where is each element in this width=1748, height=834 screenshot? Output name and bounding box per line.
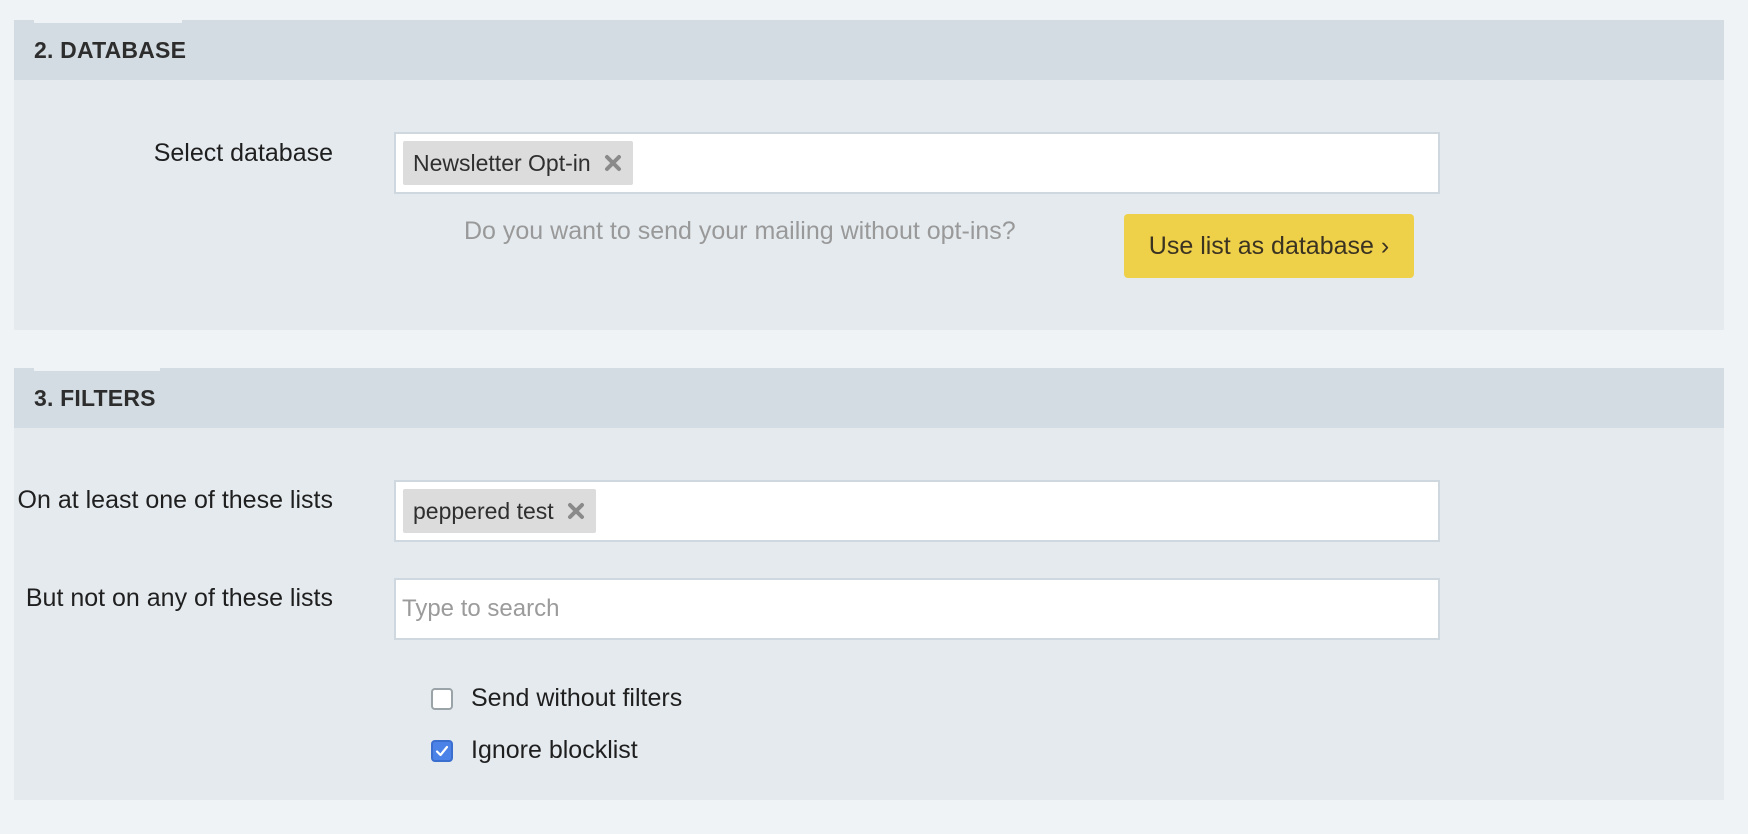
database-tag-label: Newsletter Opt-in [413,149,591,176]
header-tab-accent [34,368,160,371]
use-list-as-database-button[interactable]: Use list as database › [1124,214,1414,278]
close-x-icon[interactable] [566,501,586,521]
filters-section: 3. FILTERS On at least one of these list… [14,368,1724,800]
database-section: 2. DATABASE Select database Newsletter O… [14,20,1724,330]
exclude-lists-search-input[interactable] [394,578,1440,640]
filters-section-header: 3. FILTERS [14,368,1724,428]
ignore-blocklist-label: Ignore blocklist [471,736,638,764]
checkmark-icon [435,745,449,756]
database-tag-chip: Newsletter Opt-in [403,141,633,185]
close-x-icon[interactable] [603,153,623,173]
exclude-lists-label: But not on any of these lists [25,584,333,612]
include-lists-input[interactable]: peppered test [394,480,1440,542]
database-tag-input[interactable]: Newsletter Opt-in [394,132,1440,194]
include-list-tag-label: peppered test [413,497,554,524]
select-database-label: Select database [153,139,333,167]
database-section-title: 2. DATABASE [34,37,187,63]
header-tab-accent [34,20,182,23]
include-lists-label: On at least one of these lists [17,486,333,514]
send-without-filters-label: Send without filters [471,684,683,712]
opt-in-hint-text: Do you want to send your mailing without… [464,217,1016,245]
database-section-header: 2. DATABASE [14,20,1724,80]
filters-section-title: 3. FILTERS [34,385,156,411]
send-without-filters-option[interactable]: Send without filters [431,684,682,713]
include-list-tag-chip: peppered test [403,489,596,533]
send-without-filters-checkbox[interactable] [431,687,453,710]
ignore-blocklist-checkbox[interactable] [431,739,453,762]
ignore-blocklist-option[interactable]: Ignore blocklist [431,736,638,765]
